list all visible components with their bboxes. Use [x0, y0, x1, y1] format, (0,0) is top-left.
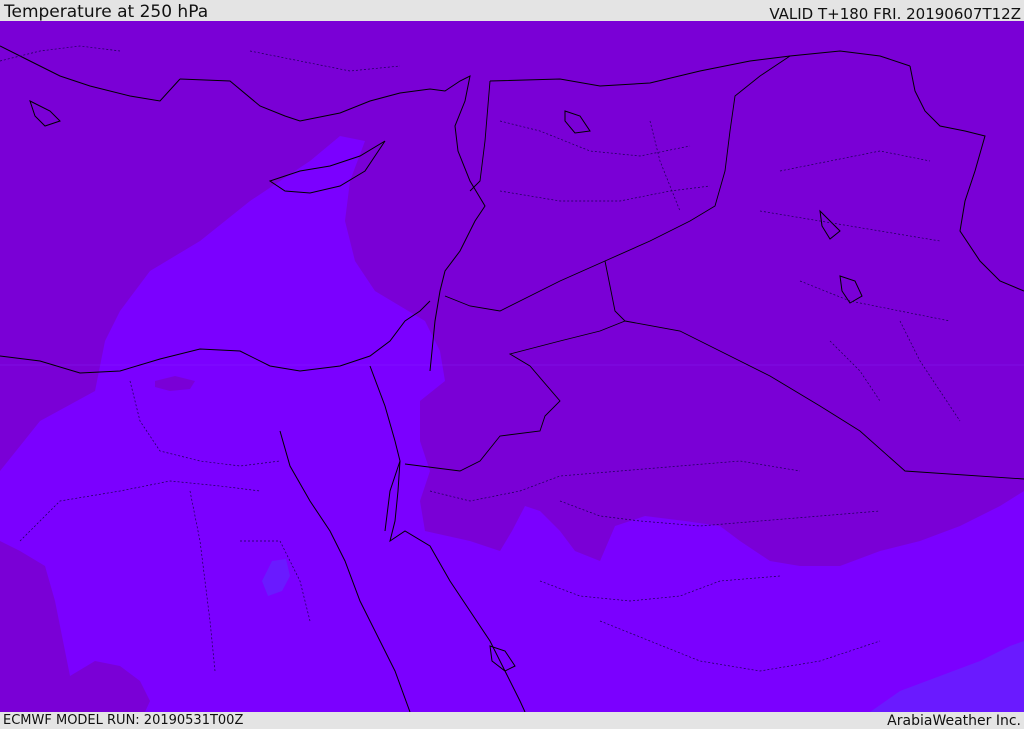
map-title: Temperature at 250 hPa	[4, 2, 209, 22]
footer-bar: ECMWF MODEL RUN: 20190531T00Z ArabiaWeat…	[0, 712, 1024, 729]
temperature-map	[0, 21, 1024, 712]
header-bar: Temperature at 250 hPa VALID T+180 FRI. …	[0, 0, 1024, 23]
valid-time-label: VALID T+180 FRI. 20190607T12Z	[769, 5, 1021, 23]
credit-label: ArabiaWeather Inc.	[887, 713, 1021, 729]
model-run-label: ECMWF MODEL RUN: 20190531T00Z	[3, 713, 244, 728]
